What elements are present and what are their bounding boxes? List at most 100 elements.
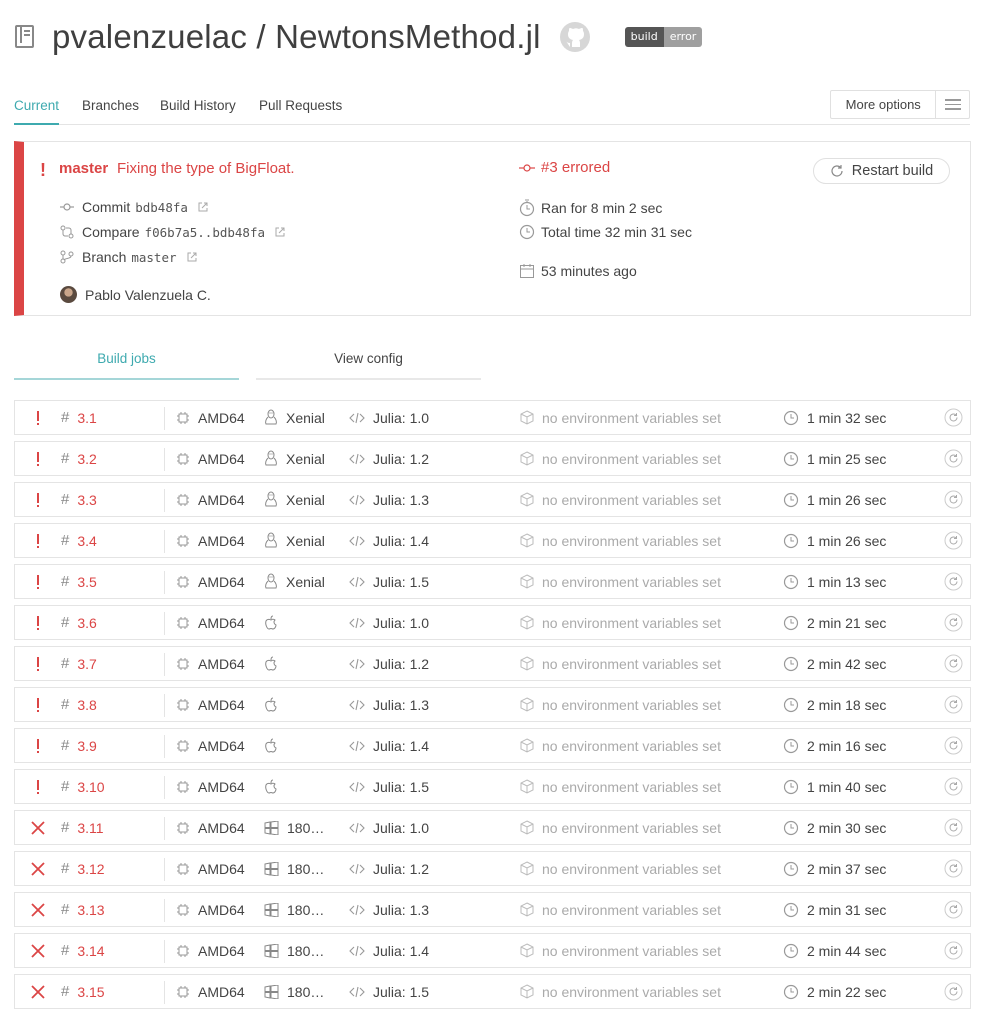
job-number-text: 3.14 — [77, 942, 105, 959]
restart-job-button[interactable] — [944, 770, 963, 803]
job-os — [264, 647, 286, 680]
job-number[interactable]: #3.15 — [61, 975, 105, 1008]
job-os: 180… — [264, 975, 324, 1008]
tab-view-config[interactable]: View config — [256, 351, 481, 380]
restart-job-button[interactable] — [944, 975, 963, 1008]
job-number[interactable]: #3.1 — [61, 401, 97, 434]
job-row[interactable]: #3.2 AMD64 Xenial Julia: 1.2 no environm… — [14, 441, 971, 476]
build-status-badge[interactable]: build error — [624, 27, 703, 47]
job-row[interactable]: #3.9 AMD64 Julia: 1.4 no environment var… — [14, 728, 971, 763]
job-number[interactable]: #3.8 — [61, 688, 97, 721]
restart-icon — [944, 941, 963, 960]
job-os-text: Xenial — [286, 450, 325, 467]
branch-row[interactable]: Branch master — [60, 249, 205, 265]
job-language: Julia: 1.5 — [349, 565, 429, 598]
job-row[interactable]: #3.7 AMD64 Julia: 1.2 no environment var… — [14, 646, 971, 681]
job-row[interactable]: #3.12 AMD64 180… Julia: 1.2 no environme… — [14, 851, 971, 886]
external-link-icon[interactable] — [198, 202, 208, 212]
job-row[interactable]: #3.10 AMD64 Julia: 1.5 no environment va… — [14, 769, 971, 804]
finished-at: 53 minutes ago — [519, 263, 637, 279]
job-row[interactable]: #3.5 AMD64 Xenial Julia: 1.5 no environm… — [14, 564, 971, 599]
errored-icon — [37, 656, 39, 671]
job-env-text: no environment variables set — [542, 737, 721, 754]
job-row[interactable]: #3.13 AMD64 180… Julia: 1.3 no environme… — [14, 892, 971, 927]
tab-build-history[interactable]: Build History — [160, 98, 236, 123]
job-duration-text: 1 min 40 sec — [807, 778, 887, 795]
build-status[interactable]: #3 errored — [519, 159, 610, 176]
job-number[interactable]: #3.14 — [61, 934, 105, 967]
job-number[interactable]: #3.3 — [61, 483, 97, 516]
code-icon — [349, 453, 365, 464]
job-row[interactable]: #3.8 AMD64 Julia: 1.3 no environment var… — [14, 687, 971, 722]
divider — [164, 940, 165, 963]
job-number[interactable]: #3.2 — [61, 442, 97, 475]
job-number[interactable]: #3.13 — [61, 893, 105, 926]
build-status-text[interactable]: #3 errored — [541, 159, 610, 176]
job-number[interactable]: #3.10 — [61, 770, 105, 803]
job-number[interactable]: #3.12 — [61, 852, 105, 885]
restart-build-button[interactable]: Restart build — [813, 158, 950, 184]
commit-row[interactable]: Commit bdb48fa — [60, 199, 216, 215]
repo-title[interactable]: pvalenzuelac / NewtonsMethod.jl — [52, 18, 541, 56]
clock-icon — [783, 451, 799, 466]
clock-icon — [783, 861, 799, 876]
job-duration-text: 1 min 32 sec — [807, 409, 887, 426]
tab-build-jobs[interactable]: Build jobs — [14, 351, 239, 380]
restart-job-button[interactable] — [944, 688, 963, 721]
clock-icon — [783, 656, 799, 671]
tab-branches[interactable]: Branches — [82, 98, 139, 123]
job-number[interactable]: #3.9 — [61, 729, 97, 762]
restart-job-button[interactable] — [944, 442, 963, 475]
external-link-icon[interactable] — [187, 252, 197, 262]
job-arch: AMD64 — [176, 893, 245, 926]
tab-pull-requests[interactable]: Pull Requests — [259, 98, 342, 123]
code-icon — [349, 945, 365, 956]
job-row[interactable]: #3.3 AMD64 Xenial Julia: 1.3 no environm… — [14, 482, 971, 517]
restart-job-button[interactable] — [944, 729, 963, 762]
stopwatch-icon — [519, 199, 535, 217]
commit-hash[interactable]: bdb48fa — [135, 200, 188, 215]
divider — [164, 571, 165, 594]
job-number[interactable]: #3.6 — [61, 606, 97, 639]
hamburger-menu-icon[interactable] — [935, 91, 969, 118]
box-icon — [520, 615, 534, 630]
compare-range[interactable]: f06b7a5..bdb48fa — [145, 225, 265, 240]
job-number[interactable]: #3.7 — [61, 647, 97, 680]
restart-icon — [944, 408, 963, 427]
build-branch[interactable]: master — [59, 160, 108, 177]
job-number[interactable]: #3.11 — [61, 811, 104, 844]
restart-job-button[interactable] — [944, 524, 963, 557]
restart-job-button[interactable] — [944, 606, 963, 639]
job-row[interactable]: #3.15 AMD64 180… Julia: 1.5 no environme… — [14, 974, 971, 1009]
restart-job-button[interactable] — [944, 811, 963, 844]
compare-row[interactable]: Compare f06b7a5..bdb48fa — [60, 224, 293, 240]
more-options-button[interactable]: More options — [830, 90, 970, 119]
job-os: Xenial — [264, 565, 325, 598]
job-number-text: 3.6 — [77, 614, 97, 631]
clock-icon — [783, 984, 799, 999]
external-link-icon[interactable] — [275, 227, 285, 237]
restart-job-button[interactable] — [944, 893, 963, 926]
job-row[interactable]: #3.1 AMD64 Xenial Julia: 1.0 no environm… — [14, 400, 971, 435]
restart-job-button[interactable] — [944, 401, 963, 434]
job-row[interactable]: #3.11 AMD64 180… Julia: 1.0 no environme… — [14, 810, 971, 845]
code-icon — [349, 535, 365, 546]
tab-current[interactable]: Current — [14, 98, 60, 125]
job-row[interactable]: #3.14 AMD64 180… Julia: 1.4 no environme… — [14, 933, 971, 968]
job-arch: AMD64 — [176, 852, 245, 885]
job-duration: 1 min 25 sec — [783, 442, 886, 475]
job-duration: 2 min 31 sec — [783, 893, 886, 926]
job-arch: AMD64 — [176, 770, 245, 803]
restart-job-button[interactable] — [944, 934, 963, 967]
restart-job-button[interactable] — [944, 647, 963, 680]
job-number[interactable]: #3.5 — [61, 565, 97, 598]
restart-job-button[interactable] — [944, 565, 963, 598]
job-row[interactable]: #3.4 AMD64 Xenial Julia: 1.4 no environm… — [14, 523, 971, 558]
restart-job-button[interactable] — [944, 483, 963, 516]
linux-icon — [265, 450, 277, 466]
job-row[interactable]: #3.6 AMD64 Julia: 1.0 no environment var… — [14, 605, 971, 640]
restart-job-button[interactable] — [944, 852, 963, 885]
job-number[interactable]: #3.4 — [61, 524, 97, 557]
github-icon[interactable] — [559, 21, 591, 53]
branch-name[interactable]: master — [131, 250, 176, 265]
